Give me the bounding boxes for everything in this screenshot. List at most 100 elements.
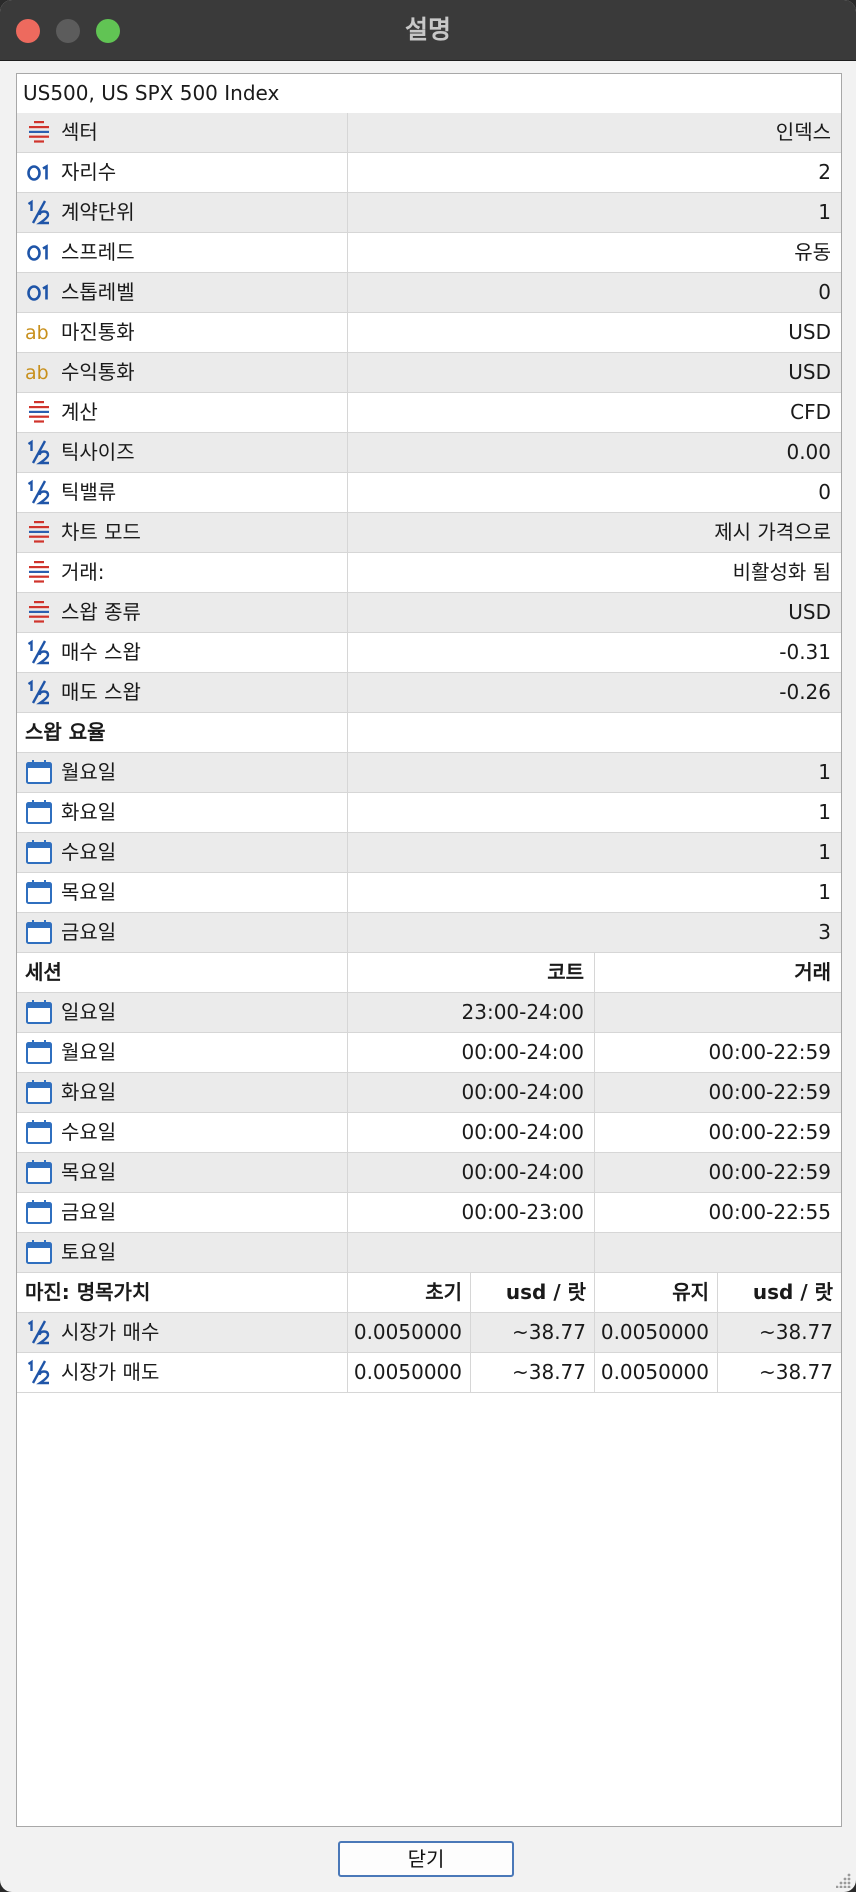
margin-maintenance-usd: ~38.77	[717, 1313, 841, 1352]
property-row[interactable]: 매도 스왑 -0.26	[17, 673, 841, 713]
session-row[interactable]: 일요일 23:00-24:00	[17, 993, 841, 1033]
specification-table: US500, US SPX 500 Index 섹터 인덱스 자리수 2 계약단위 1…	[16, 73, 842, 1827]
property-value: 비활성화 됨	[347, 553, 841, 592]
session-trade-hours	[594, 1233, 841, 1272]
property-row[interactable]: 틱밸류 0	[17, 473, 841, 513]
row-label: 목요일	[17, 873, 347, 912]
session-row[interactable]: 수요일 00:00-24:00 00:00-22:59	[17, 1113, 841, 1153]
property-row[interactable]: 매수 스왑 -0.31	[17, 633, 841, 673]
text-icon: ab	[25, 318, 53, 346]
swap-rate-row[interactable]: 금요일 3	[17, 913, 841, 953]
property-row[interactable]: 스톱레벨 0	[17, 273, 841, 313]
row-label: 스왑 요율	[17, 713, 347, 752]
property-row[interactable]: 스프레드 유동	[17, 233, 841, 273]
sessions-header[interactable]: 세션 코트 거래	[17, 953, 841, 993]
integer-icon	[25, 158, 53, 186]
margin-row[interactable]: 시장가 매도 0.0050000 ~38.77 0.0050000 ~38.77	[17, 1353, 841, 1393]
property-row[interactable]: ab 마진통화 USD	[17, 313, 841, 353]
property-value: -0.31	[347, 633, 841, 672]
integer-icon	[25, 278, 53, 306]
property-value: 인덱스	[347, 113, 841, 152]
row-label-text: 계약단위	[61, 200, 135, 224]
property-row[interactable]: 자리수 2	[17, 153, 841, 193]
row-label-text: 수요일	[61, 840, 117, 864]
row-label: 스프레드	[17, 233, 347, 272]
sessions-trade-header: 거래	[594, 953, 841, 992]
property-row[interactable]: 거래: 비활성화 됨	[17, 553, 841, 593]
session-trade-hours: 00:00-22:59	[594, 1153, 841, 1192]
session-quote-hours: 00:00-24:00	[347, 1153, 594, 1192]
margin-maintenance-unit-header: usd / 랏	[717, 1273, 841, 1312]
calendar-icon	[25, 1198, 53, 1226]
calendar-icon	[25, 798, 53, 826]
property-row[interactable]: 틱사이즈 0.00	[17, 433, 841, 473]
row-label-text: 금요일	[61, 1200, 117, 1224]
calendar-icon	[25, 1118, 53, 1146]
row-label-text: 토요일	[61, 1240, 117, 1264]
row-label-text: 목요일	[61, 1160, 117, 1184]
session-row[interactable]: 화요일 00:00-24:00 00:00-22:59	[17, 1073, 841, 1113]
margin-row[interactable]: 시장가 매수 0.0050000 ~38.77 0.0050000 ~38.77	[17, 1313, 841, 1353]
property-row[interactable]: 차트 모드 제시 가격으로	[17, 513, 841, 553]
margin-maintenance-header: 유지	[594, 1273, 717, 1312]
property-value: 0	[347, 273, 841, 312]
fraction-icon	[25, 678, 53, 706]
margin-maintenance-usd: ~38.77	[717, 1353, 841, 1392]
row-label: 섹터	[17, 113, 347, 152]
row-label: 틱밸류	[17, 473, 347, 512]
row-label: 틱사이즈	[17, 433, 347, 472]
swap-rate-value: 3	[347, 913, 841, 952]
row-label-text: 스프레드	[61, 240, 135, 264]
calendar-icon	[25, 1078, 53, 1106]
session-row[interactable]: 월요일 00:00-24:00 00:00-22:59	[17, 1033, 841, 1073]
session-trade-hours	[594, 993, 841, 1032]
session-quote-hours: 00:00-24:00	[347, 1073, 594, 1112]
margin-initial-header: 초기	[347, 1273, 470, 1312]
swap-rates-header[interactable]: 스왑 요율	[17, 713, 841, 753]
session-quote-hours	[347, 1233, 594, 1272]
swap-rate-row[interactable]: 수요일 1	[17, 833, 841, 873]
resize-grip-icon[interactable]	[836, 1872, 852, 1888]
close-button[interactable]: 닫기	[338, 1841, 514, 1877]
calendar-icon	[25, 1238, 53, 1266]
property-row[interactable]: 계산 CFD	[17, 393, 841, 433]
svg-text:ab: ab	[25, 322, 49, 344]
row-label-text: 스왑 요율	[25, 720, 106, 744]
session-row[interactable]: 토요일	[17, 1233, 841, 1273]
margin-header[interactable]: 마진: 명목가치 초기 usd / 랏 유지 usd / 랏	[17, 1273, 841, 1313]
property-row[interactable]: 계약단위 1	[17, 193, 841, 233]
property-row[interactable]: 섹터 인덱스	[17, 113, 841, 153]
calendar-icon	[25, 878, 53, 906]
property-value: USD	[347, 313, 841, 352]
row-label: 세션	[17, 953, 347, 992]
row-label-text: 월요일	[61, 760, 117, 784]
swap-rate-value: 1	[347, 793, 841, 832]
margin-initial-unit-header: usd / 랏	[470, 1273, 594, 1312]
list-icon	[25, 518, 53, 546]
row-label-text: 월요일	[61, 1040, 117, 1064]
row-label: 계약단위	[17, 193, 347, 232]
symbol-spec-window: 설명 US500, US SPX 500 Index 섹터 인덱스 자리수 2 계약…	[0, 0, 856, 1892]
swap-rate-row[interactable]: 월요일 1	[17, 753, 841, 793]
property-value: USD	[347, 353, 841, 392]
sessions-quote-header: 코트	[347, 953, 594, 992]
swap-rate-row[interactable]: 목요일 1	[17, 873, 841, 913]
swap-rate-value: 1	[347, 753, 841, 792]
row-label-text: 스왑 종류	[61, 600, 141, 624]
row-label-text: 틱사이즈	[61, 440, 135, 464]
property-row[interactable]: ab 수익통화 USD	[17, 353, 841, 393]
row-label-text: 매도 스왑	[61, 680, 141, 704]
row-label: 차트 모드	[17, 513, 347, 552]
session-row[interactable]: 금요일 00:00-23:00 00:00-22:55	[17, 1193, 841, 1233]
swap-rate-row[interactable]: 화요일 1	[17, 793, 841, 833]
row-label-text: 화요일	[61, 1080, 117, 1104]
row-label: 금요일	[17, 1193, 347, 1232]
swap-rates-header-value	[347, 713, 841, 752]
integer-icon	[25, 238, 53, 266]
row-label-text: 자리수	[61, 160, 117, 184]
row-label: 계산	[17, 393, 347, 432]
session-row[interactable]: 목요일 00:00-24:00 00:00-22:59	[17, 1153, 841, 1193]
row-label: 월요일	[17, 753, 347, 792]
property-row[interactable]: 스왑 종류 USD	[17, 593, 841, 633]
margin-initial-rate: 0.0050000	[347, 1353, 470, 1392]
